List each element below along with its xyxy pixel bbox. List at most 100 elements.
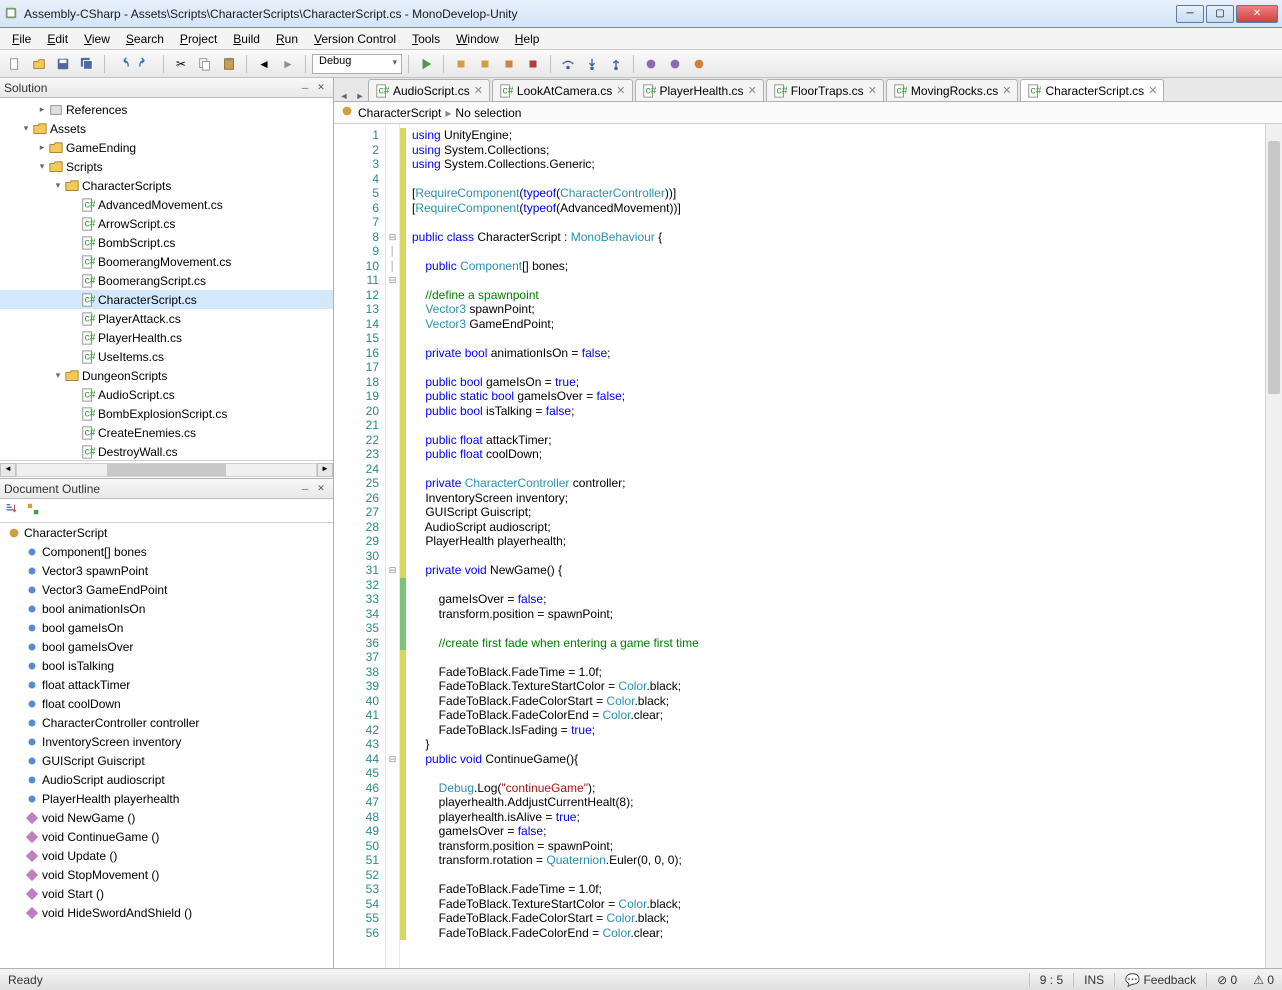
tree-node[interactable]: c#PlayerHealth.cs [0,328,333,347]
open-button[interactable] [28,53,50,75]
outline-item[interactable]: Vector3 GameEndPoint [0,580,333,599]
run-button[interactable] [415,53,437,75]
tree-node[interactable]: ▾CharacterScripts [0,176,333,195]
menu-tools[interactable]: Tools [404,30,448,48]
debug1-button[interactable] [450,53,472,75]
nav-member[interactable]: No selection [455,106,521,120]
tree-node[interactable]: c#CharacterScript.cs [0,290,333,309]
menu-file[interactable]: File [4,30,39,48]
file-tab[interactable]: c#FloorTraps.cs✕ [766,79,884,101]
file-tab[interactable]: c#PlayerHealth.cs✕ [635,79,764,101]
sort-icon[interactable] [4,502,18,519]
fold-column[interactable]: ⊟││⊟⊟⊟ [386,124,400,968]
feedback-link[interactable]: 💬 Feedback [1114,973,1206,987]
outline-item[interactable]: float attackTimer [0,675,333,694]
outline-item[interactable]: Vector3 spawnPoint [0,561,333,580]
outline-item[interactable]: GUIScript Guiscript [0,751,333,770]
file-tab[interactable]: c#CharacterScript.cs✕ [1020,79,1164,101]
menu-build[interactable]: Build [225,30,268,48]
panel-minimize-icon[interactable]: ─ [297,81,313,95]
tree-node[interactable]: ▸GameEnding [0,138,333,157]
cut-button[interactable]: ✂ [170,53,192,75]
nav-class[interactable]: CharacterScript [358,106,441,120]
new-file-button[interactable] [4,53,26,75]
tree-node[interactable]: c#UseItems.cs [0,347,333,366]
panel-minimize-icon[interactable]: ─ [297,482,313,496]
tab-close-icon[interactable]: ✕ [616,84,625,97]
file-tab[interactable]: c#LookAtCamera.cs✕ [492,79,633,101]
debug2-button[interactable] [474,53,496,75]
outline-item[interactable]: Component[] bones [0,542,333,561]
menu-version-control[interactable]: Version Control [306,30,404,48]
tree-node[interactable]: ▾Assets [0,119,333,138]
error-count[interactable]: ⊘ 0 [1206,973,1247,987]
code-editor[interactable]: 1234567891011121314151617181920212223242… [334,124,1282,968]
tree-node[interactable]: c#BombScript.cs [0,233,333,252]
file-tab[interactable]: c#AudioScript.cs✕ [368,79,490,101]
outline-item[interactable]: bool isTalking [0,656,333,675]
outline-item[interactable]: CharacterController controller [0,713,333,732]
nav-forward-button[interactable]: ► [277,53,299,75]
tree-node[interactable]: c#CreateEnemies.cs [0,423,333,442]
outline-item[interactable]: void HideSwordAndShield () [0,903,333,922]
step-out-button[interactable] [605,53,627,75]
outline-item[interactable]: void StopMovement () [0,865,333,884]
maximize-button[interactable]: ▢ [1206,5,1234,23]
tree-node[interactable]: c#AdvancedMovement.cs [0,195,333,214]
tab-close-icon[interactable]: ✕ [868,84,877,97]
outline-item[interactable]: float coolDown [0,694,333,713]
tool-b-button[interactable] [664,53,686,75]
close-button[interactable]: ✕ [1236,5,1278,23]
save-button[interactable] [52,53,74,75]
step-into-button[interactable] [581,53,603,75]
outline-item[interactable]: void Update () [0,846,333,865]
editor-vscroll[interactable] [1265,124,1282,968]
outline-item[interactable]: InventoryScreen inventory [0,732,333,751]
tree-node[interactable]: ▸References [0,100,333,119]
tree-node[interactable]: c#BombExplosionScript.cs [0,404,333,423]
code-text[interactable]: using UnityEngine;using System.Collectio… [406,124,1265,968]
tree-node[interactable]: c#AudioScript.cs [0,385,333,404]
outline-item[interactable]: bool gameIsOver [0,637,333,656]
menu-search[interactable]: Search [118,30,172,48]
tree-node[interactable]: c#DestroyWall.cs [0,442,333,460]
nav-back-button[interactable]: ◄ [253,53,275,75]
debug3-button[interactable] [498,53,520,75]
group-icon[interactable] [26,502,40,519]
menu-window[interactable]: Window [448,30,507,48]
tree-node[interactable]: c#BoomerangScript.cs [0,271,333,290]
paste-button[interactable] [218,53,240,75]
outline-item[interactable]: void NewGame () [0,808,333,827]
menu-run[interactable]: Run [268,30,306,48]
outline-item[interactable]: bool animationIsOn [0,599,333,618]
outline-root[interactable]: CharacterScript [0,523,333,542]
redo-button[interactable] [135,53,157,75]
minimize-button[interactable]: ─ [1176,5,1204,23]
menu-help[interactable]: Help [507,30,548,48]
tab-close-icon[interactable]: ✕ [1002,84,1011,97]
step-over-button[interactable] [557,53,579,75]
solution-tree[interactable]: ▸References▾Assets▸GameEnding▾Scripts▾Ch… [0,98,333,460]
solution-hscroll[interactable]: ◄► [0,460,333,478]
config-combo[interactable]: Debug [312,54,402,74]
outline-item[interactable]: void Start () [0,884,333,903]
tree-node[interactable]: c#BoomerangMovement.cs [0,252,333,271]
tree-node[interactable]: ▾DungeonScripts [0,366,333,385]
tool-c-button[interactable] [688,53,710,75]
file-tab[interactable]: c#MovingRocks.cs✕ [886,79,1019,101]
panel-close-icon[interactable]: ✕ [313,81,329,95]
save-all-button[interactable] [76,53,98,75]
outline-item[interactable]: void ContinueGame () [0,827,333,846]
undo-button[interactable] [111,53,133,75]
tab-prev-icon[interactable]: ◄ [336,91,352,101]
tab-close-icon[interactable]: ✕ [1148,84,1157,97]
outline-item[interactable]: PlayerHealth playerhealth [0,789,333,808]
tab-next-icon[interactable]: ► [352,91,368,101]
outline-item[interactable]: bool gameIsOn [0,618,333,637]
warning-count[interactable]: ⚠ 0 [1247,973,1274,987]
tree-node[interactable]: ▾Scripts [0,157,333,176]
panel-close-icon[interactable]: ✕ [313,482,329,496]
stop-button[interactable] [522,53,544,75]
breadcrumb-bar[interactable]: CharacterScript ▸ No selection [334,102,1282,124]
tree-node[interactable]: c#ArrowScript.cs [0,214,333,233]
